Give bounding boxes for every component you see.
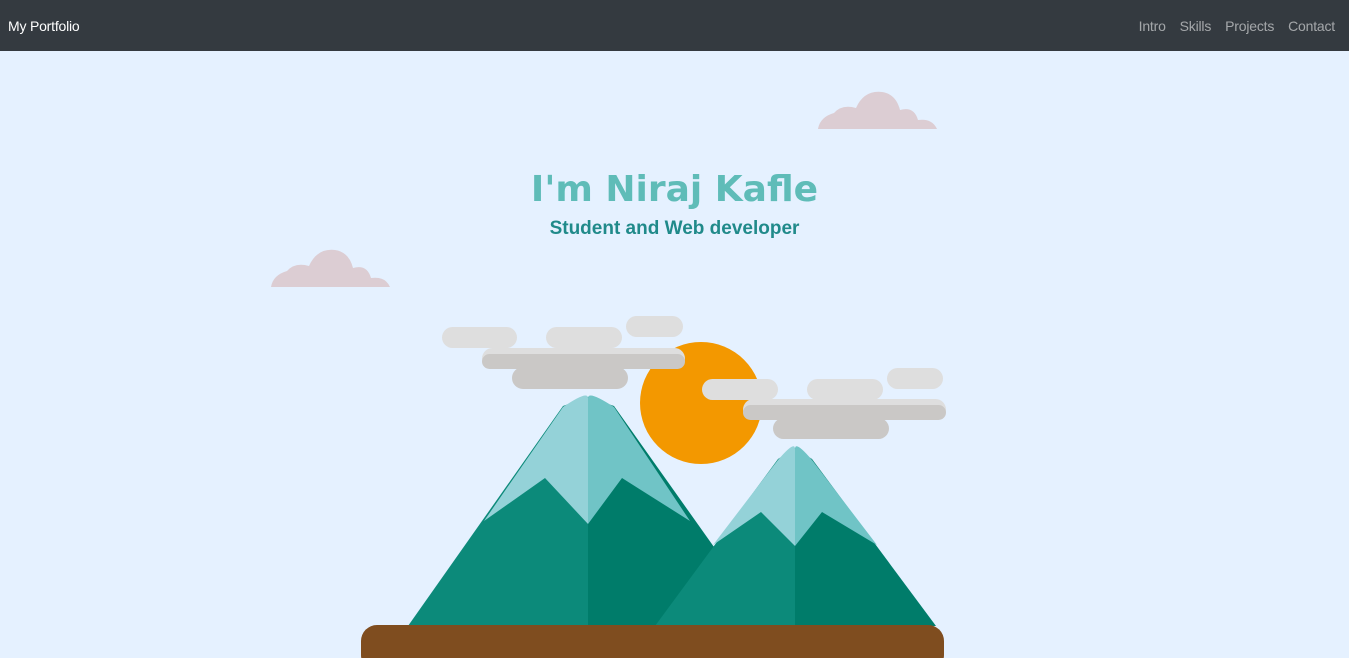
nav-link-intro[interactable]: Intro [1139,18,1166,34]
nav-link-skills[interactable]: Skills [1180,18,1212,34]
brand-link[interactable]: My Portfolio [8,18,80,34]
nav-link-projects[interactable]: Projects [1225,18,1274,34]
ground-icon [361,625,944,658]
hero-section: I'm Niraj Kafle Student and Web develope… [0,51,1349,658]
mountain-illustration [361,316,946,658]
nav-links: Intro Skills Projects Contact [1139,18,1336,34]
nav-link-contact[interactable]: Contact [1288,18,1335,34]
top-navbar: My Portfolio Intro Skills Projects Conta… [0,0,1349,51]
